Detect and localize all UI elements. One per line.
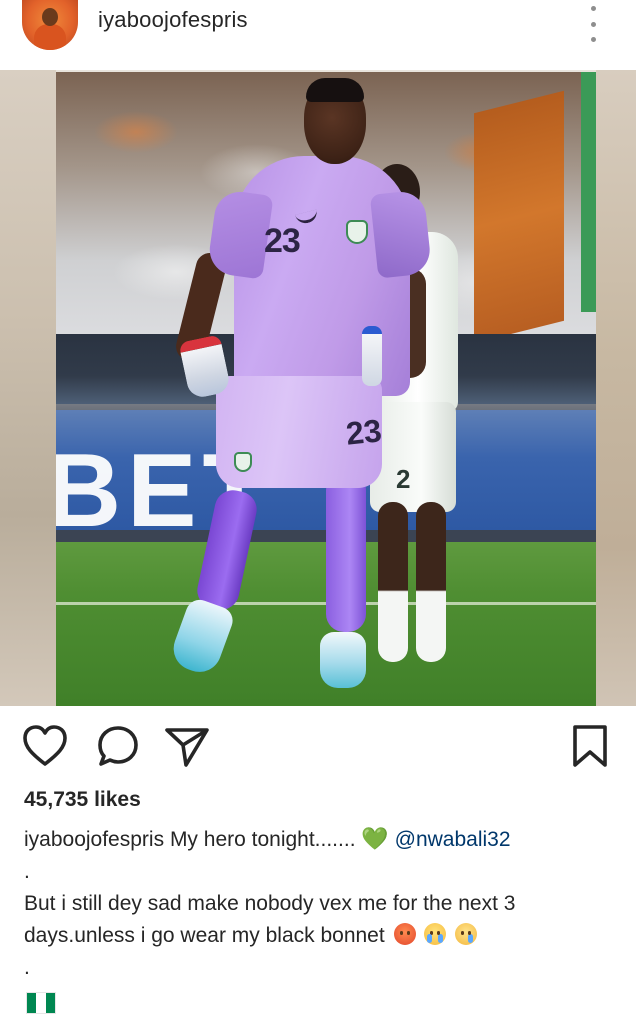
green-heart-icon: 💚 [361,827,389,852]
teammate-shorts [370,402,456,512]
post-action-bar [0,706,636,786]
goalkeeper-shorts-number: 23 [344,412,384,452]
goalkeeper-hair [306,78,364,102]
post-image-container[interactable]: BET 2 23 23 [0,70,636,706]
stadium-orange-wall [474,90,564,344]
heart-outline-icon[interactable] [22,724,68,768]
caption-username[interactable]: iyaboojofespris [24,828,164,851]
avatar-figure-body [34,24,66,50]
nigeria-flag-icon [26,992,56,1014]
post-header: iyaboojofespris [0,0,636,70]
caption-dot-1: . [24,860,30,883]
angry-face-icon [393,923,416,945]
goalkeeper-jersey-number: 23 [264,222,301,260]
teammate-leg-left [378,502,408,662]
post-caption: iyaboojofespris My hero tonight....... 💚… [24,824,624,984]
shorts-crest-badge [234,452,252,472]
caption-text-2: But i still dey sad make nobody vex me f… [24,892,516,915]
caption-mention-link[interactable]: @nwabali32 [395,828,511,851]
teammate-shorts-number: 2 [396,464,411,494]
goalkeeper-boot-right [320,632,366,688]
caption-dot-2: . [24,956,30,979]
caption-text-1: My hero tonight....... [169,828,356,851]
crying-face-icon [455,923,478,945]
caption-line-1: iyaboojofespris My hero tonight....... 💚… [24,824,624,856]
avatar-figure-face [42,8,58,26]
paper-plane-icon[interactable] [164,726,210,768]
loudly-crying-face-icon [424,923,447,945]
post-username[interactable]: iyaboojofespris [98,7,248,33]
bookmark-icon[interactable] [572,724,608,768]
kit-crest-badge [346,220,368,244]
image-blur-border-right [596,70,636,706]
caption-line-3: days.unless i go wear my black bonnet [24,920,624,952]
likes-count[interactable]: 45,735 likes [24,788,141,812]
more-vertical-icon[interactable] [586,6,600,42]
caption-text-3: days.unless i go wear my black bonnet [24,924,385,947]
image-blur-border-left [0,70,56,706]
post-photo[interactable]: BET 2 23 23 [56,72,596,706]
teammate-leg-right [416,502,446,662]
stadium-green-post [581,72,596,312]
avatar[interactable] [22,0,78,50]
goalkeeper-sock-right [326,472,366,632]
comment-bubble-icon[interactable] [96,724,140,768]
goalkeeper-glove-right [362,326,382,386]
